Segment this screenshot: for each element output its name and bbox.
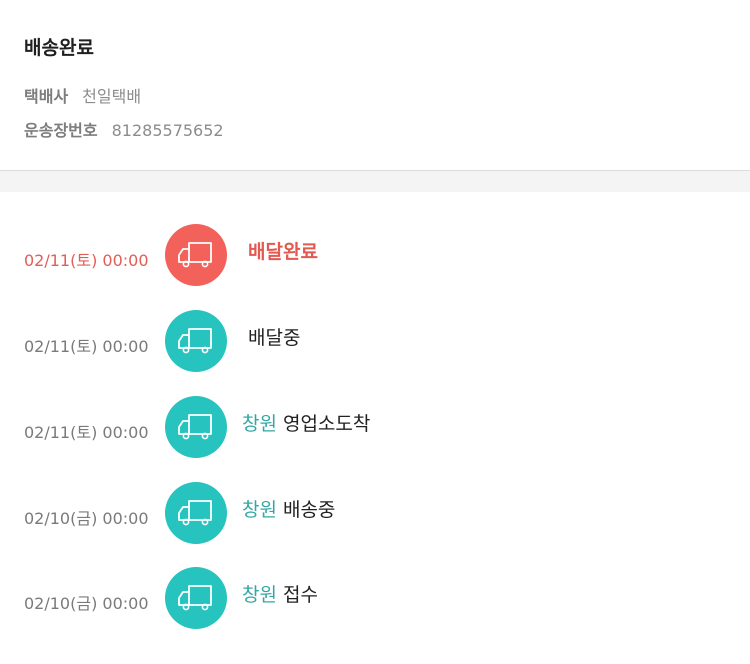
courier-value: 천일택배 [82, 87, 142, 106]
timeline-event: 02/11(토) 00:00 배달완료 [0, 224, 750, 286]
courier-row: 택배사 천일택배 [24, 83, 141, 107]
event-description: 창원 접수 [242, 580, 318, 607]
truck-icon [165, 567, 227, 629]
truck-icon [165, 310, 227, 372]
event-description: 배달중 [242, 323, 300, 350]
event-time: 02/10(금) 00:00 [24, 509, 149, 528]
event-description: 창원 영업소도착 [242, 409, 370, 436]
tracking-number-label: 운송장번호 [24, 121, 98, 140]
delivery-status-title: 배송완료 [24, 37, 94, 59]
event-time: 02/11(토) 00:00 [24, 337, 149, 356]
event-status: 배달완료 [248, 241, 318, 263]
event-location: 창원 [242, 413, 277, 435]
timeline-event: 02/11(토) 00:00 창원 영업소도착 [0, 396, 750, 458]
event-description: 창원 배송중 [242, 495, 335, 522]
truck-icon [165, 396, 227, 458]
event-time: 02/11(토) 00:00 [24, 251, 149, 270]
timeline-event: 02/11(토) 00:00 배달중 [0, 310, 750, 372]
timeline-event: 02/10(금) 00:00 창원 배송중 [0, 482, 750, 544]
event-description: 배달완료 [242, 237, 318, 264]
event-status: 배송중 [282, 499, 336, 521]
courier-label: 택배사 [24, 87, 69, 106]
tracking-timeline: 02/11(토) 00:00 배달완료 02/11(토) 00:00 배달중 0… [0, 192, 750, 664]
event-location: 창원 [242, 584, 277, 606]
event-location: 창원 [242, 499, 277, 521]
tracking-number-row: 운송장번호 81285575652 [24, 117, 224, 141]
event-time: 02/10(금) 00:00 [24, 594, 149, 613]
event-status: 영업소도착 [282, 413, 371, 435]
truck-icon [165, 482, 227, 544]
event-status: 배달중 [248, 327, 301, 349]
shipment-summary: 배송완료 택배사 천일택배 운송장번호 81285575652 [0, 0, 750, 171]
event-status: 접수 [282, 584, 318, 606]
event-time: 02/11(토) 00:00 [24, 423, 149, 442]
timeline-event: 02/10(금) 00:00 창원 접수 [0, 567, 750, 629]
section-divider [0, 171, 750, 192]
truck-icon [165, 224, 227, 286]
tracking-number-value: 81285575652 [111, 121, 224, 140]
